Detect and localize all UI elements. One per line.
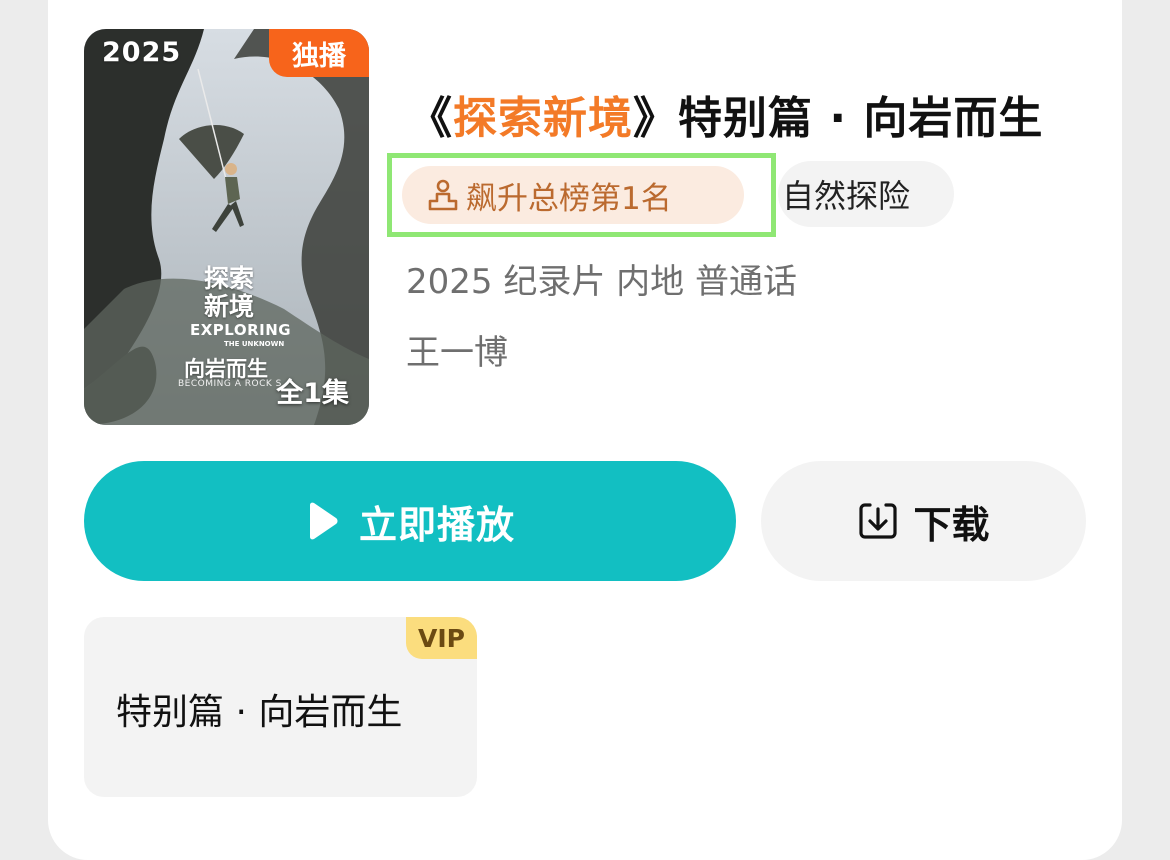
poster-en-title: EXPLORING: [190, 321, 292, 339]
poster-cn-title: 探索 新境: [204, 265, 254, 321]
rank-highlight-box: [387, 153, 776, 237]
download-icon: [857, 500, 899, 542]
play-now-button[interactable]: 立即播放: [84, 461, 736, 581]
genre-tag[interactable]: 自然探险: [778, 161, 954, 227]
download-button[interactable]: 下载: [761, 461, 1086, 581]
poster-year: 2025: [102, 37, 182, 68]
show-title: 《探索新境》特别篇 · 向岩而生: [408, 82, 1043, 146]
poster-en-subtitle: THE UNKNOWN: [224, 340, 285, 348]
meta-info: 2025 纪录片 内地 普通话: [406, 262, 797, 302]
poster-cn-title-line2: 新境: [204, 292, 255, 321]
poster-subtitle-en: BECOMING A ROCK S: [178, 379, 282, 389]
poster-cn-title-line1: 探索: [204, 264, 255, 293]
play-now-label: 立即播放: [358, 502, 515, 547]
episode-count: 全1集: [276, 378, 349, 409]
exclusive-badge: 独播: [269, 29, 369, 77]
episode-item[interactable]: VIP 特别篇 · 向岩而生: [84, 617, 477, 797]
episode-title: 特别篇 · 向岩而生: [116, 692, 403, 733]
vip-badge: VIP: [406, 617, 477, 659]
title-rest: 》特别篇 · 向岩而生: [633, 93, 1044, 144]
play-icon: [305, 502, 339, 540]
poster-image[interactable]: 2025 独播 探索 新境 EXPLORING THE UNKNOWN 向岩而生…: [84, 29, 369, 425]
download-label: 下载: [913, 502, 990, 547]
title-highlight: 探索新境: [453, 93, 633, 144]
cast-info[interactable]: 王一博: [406, 325, 508, 374]
title-open-bracket: 《: [408, 93, 453, 144]
